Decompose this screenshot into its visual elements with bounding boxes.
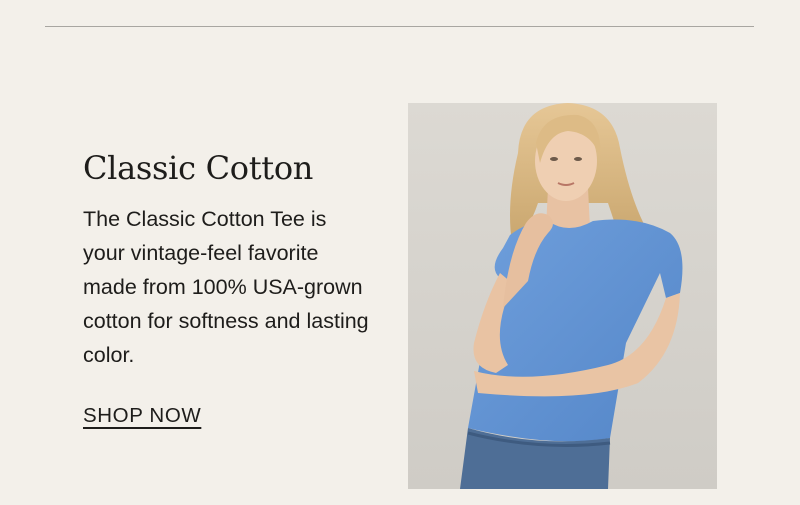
promo-description: The Classic Cotton Tee is your vintage-f…	[83, 207, 369, 367]
model-illustration	[408, 103, 717, 489]
product-photo[interactable]	[408, 103, 717, 489]
promo-text: Classic Cotton The Classic Cotton Tee is…	[83, 148, 383, 372]
top-divider	[45, 26, 754, 27]
shop-now-link[interactable]: SHOP NOW	[83, 404, 201, 428]
promo-title: Classic Cotton	[83, 149, 314, 187]
